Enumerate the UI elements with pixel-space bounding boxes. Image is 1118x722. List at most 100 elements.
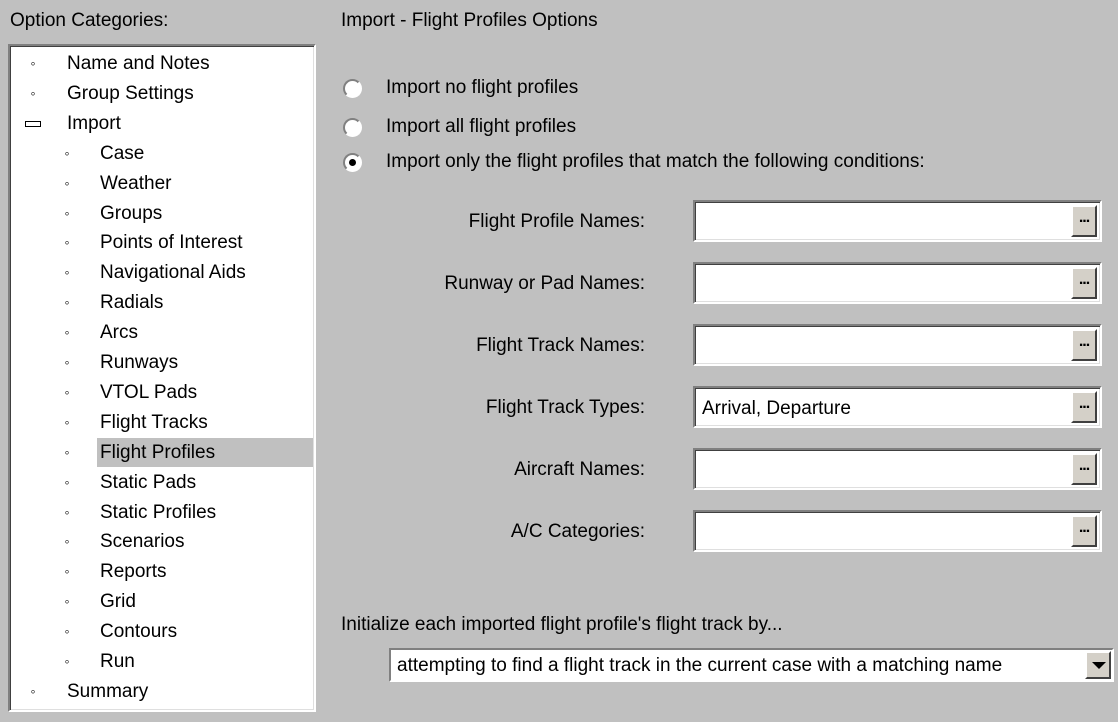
tree-item-label: Static Profiles [100, 501, 217, 523]
bullet-icon: ◦ [64, 653, 70, 669]
radio-button[interactable] [343, 153, 362, 172]
tree-item-label: Grid [100, 591, 136, 613]
dropdown-button[interactable] [1085, 651, 1111, 679]
bullet-icon: ◦ [64, 593, 70, 610]
tree-item-label: Group Settings [67, 82, 194, 104]
tree-item-label: Radials [100, 292, 164, 314]
tree-item[interactable]: Import [10, 109, 312, 138]
tree-item[interactable]: ◦ Static Profiles [10, 498, 312, 527]
browse-button[interactable]: ... [1071, 515, 1097, 547]
bullet-icon: ◦ [64, 354, 70, 370]
tree-item[interactable]: ◦ Name and Notes [10, 49, 312, 78]
tree-item-label: Scenarios [100, 531, 185, 553]
tree-item[interactable]: ◦ Groups [10, 199, 312, 228]
radio-label: Import only the flight profiles that mat… [386, 151, 925, 172]
option-categories-label: Option Categories: [10, 10, 169, 31]
options-dialog: Option Categories: ◦ Name and Notes ◦ Group… [0, 0, 1118, 722]
tree-item[interactable]: ◦ Case [10, 139, 312, 168]
tree-item-label: Points of Interest [100, 232, 243, 254]
bullet-icon: ◦ [64, 473, 70, 490]
runway-pad-names-field[interactable]: ... [693, 262, 1102, 304]
tree-item-label: Name and Notes [67, 53, 210, 74]
bullet-icon: ◦ [64, 294, 70, 311]
browse-button[interactable]: ... [1071, 391, 1097, 423]
tree-item-label: Flight Tracks [100, 411, 208, 433]
tree-item[interactable]: ◦ Weather [10, 169, 312, 198]
flight-profile-names-field[interactable]: ... [693, 200, 1102, 242]
bullet-icon: ◦ [64, 234, 70, 251]
radio-button[interactable] [343, 79, 362, 98]
tree-item-label: Reports [100, 561, 167, 583]
tree-item[interactable]: ◦ Flight Tracks [10, 408, 312, 437]
bullet-icon: ◦ [64, 533, 70, 550]
field-value: Arrival, Departure [702, 398, 851, 419]
bullet-icon: ◦ [64, 623, 70, 640]
dropdown-value: attempting to find a flight track in the… [397, 655, 1003, 676]
bullet-icon: ◦ [64, 563, 70, 580]
radio-label: Import no flight profiles [386, 77, 579, 98]
tree-item-label: Weather [100, 172, 172, 194]
browse-button[interactable]: ... [1071, 329, 1097, 361]
bullet-icon: ◦ [64, 383, 70, 400]
tree-item-label: Flight Profiles [97, 437, 313, 467]
tree-item-label: Run [100, 651, 135, 672]
flight-track-types-field[interactable]: Arrival, Departure ... [693, 386, 1102, 428]
tree-item[interactable]: ◦ Static Pads [10, 468, 312, 497]
tree-item[interactable]: ◦ Scenarios [10, 527, 312, 556]
collapse-icon[interactable] [25, 120, 41, 127]
bullet-icon: ◦ [30, 84, 36, 101]
aircraft-names-label: Aircraft Names: [514, 459, 645, 480]
bullet-icon: ◦ [64, 204, 70, 221]
option-categories-tree[interactable]: ◦ Name and Notes ◦ Group Settings Import ◦ Cas… [8, 44, 316, 712]
tree-item-label: Arcs [100, 322, 138, 344]
tree-item[interactable]: ◦ Summary [10, 677, 312, 706]
tree-item-label: Case [100, 142, 145, 164]
tree-item[interactable]: ◦ Navigational Aids [10, 258, 312, 287]
ac-categories-label: A/C Categories: [510, 521, 645, 542]
tree-item-label: Static Pads [100, 471, 197, 493]
tree-item[interactable]: ◦ VTOL Pads [10, 378, 312, 407]
tree-item[interactable]: ◦ Arcs [10, 318, 312, 347]
browse-button[interactable]: ... [1071, 267, 1097, 299]
tree-item-label: Runways [100, 352, 179, 373]
tree-item[interactable]: ◦ Runways [10, 348, 312, 377]
radio-label: Import all flight profiles [386, 116, 577, 137]
bullet-icon: ◦ [30, 55, 36, 71]
section-title: Import - Flight Profiles Options [341, 10, 598, 31]
tree-item-label: Groups [100, 202, 163, 224]
bullet-icon: ◦ [64, 503, 70, 520]
tree-item-label: Summary [67, 680, 149, 702]
tree-item[interactable]: ◦ Contours [10, 617, 312, 646]
bullet-icon: ◦ [64, 413, 70, 430]
tree-item[interactable]: ◦ Flight Profiles [10, 437, 313, 467]
tree-item-label: Import [67, 112, 121, 134]
tree-item[interactable]: ◦ Run [10, 647, 312, 676]
tree-item[interactable]: ◦ Reports [10, 557, 312, 586]
browse-button[interactable]: ... [1071, 205, 1097, 237]
tree-item-label: Navigational Aids [100, 262, 246, 284]
chevron-down-icon [1092, 662, 1106, 669]
bullet-icon: ◦ [30, 682, 36, 699]
flight-track-names-label: Flight Track Names: [476, 335, 645, 356]
tree-item-label: VTOL Pads [100, 381, 198, 403]
flight-track-names-field[interactable]: ... [693, 324, 1102, 366]
initialize-label: Initialize each imported flight profile'… [341, 614, 783, 635]
browse-button[interactable]: ... [1071, 453, 1097, 485]
ac-categories-field[interactable]: ... [693, 510, 1102, 552]
tree-item[interactable]: ◦ Points of Interest [10, 228, 312, 257]
tree-item[interactable]: ◦ Group Settings [10, 79, 312, 108]
tree-item[interactable]: ◦ Radials [10, 288, 312, 317]
bullet-icon: ◦ [64, 174, 70, 191]
initialize-dropdown[interactable]: attempting to find a flight track in the… [389, 648, 1114, 682]
runway-pad-names-label: Runway or Pad Names: [444, 273, 645, 294]
tree-item[interactable]: ◦ Grid [10, 587, 312, 616]
bullet-icon: ◦ [64, 264, 70, 281]
bullet-icon: ◦ [64, 144, 70, 161]
radio-button[interactable] [343, 118, 362, 137]
radio-selected-dot [349, 159, 356, 166]
bullet-icon: ◦ [64, 324, 70, 341]
aircraft-names-field[interactable]: ... [693, 448, 1102, 490]
bullet-icon: ◦ [64, 443, 70, 460]
flight-track-types-label: Flight Track Types: [485, 397, 645, 418]
tree-item-label: Contours [100, 621, 178, 643]
